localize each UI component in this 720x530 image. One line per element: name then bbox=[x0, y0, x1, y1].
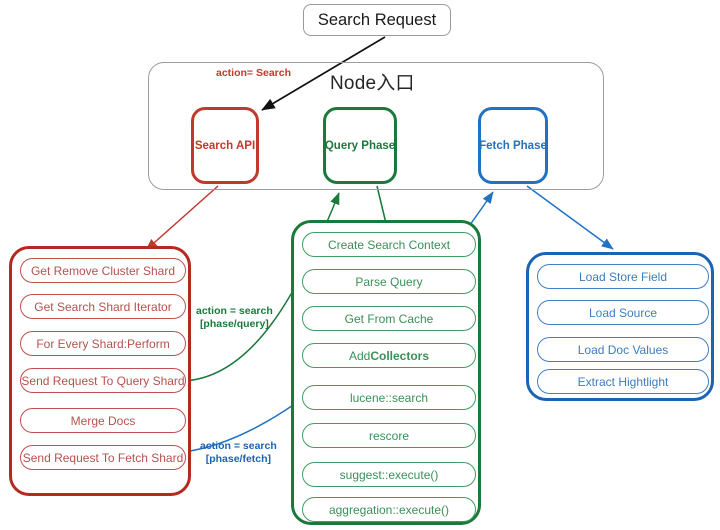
list-item[interactable]: Get Search Shard Iterator bbox=[20, 294, 186, 319]
edge-label-action-search: action= Search bbox=[216, 67, 291, 79]
list-item-add-collectors[interactable]: Add Collectors bbox=[302, 343, 476, 368]
list-item[interactable]: Merge Docs bbox=[20, 408, 186, 433]
list-item[interactable]: Load Source bbox=[537, 300, 709, 325]
list-item[interactable]: Send Request To Fetch Shard bbox=[20, 445, 186, 470]
diagram-canvas: Search Request Node入口 action= Search Sea… bbox=[0, 0, 720, 530]
list-item[interactable]: aggregation::execute() bbox=[302, 497, 476, 522]
list-item[interactable]: Parse Query bbox=[302, 269, 476, 294]
edge-label-fetch-line2: [phase/fetch] bbox=[205, 453, 272, 465]
add-collectors-bold: Collectors bbox=[370, 348, 430, 363]
edge-label-fetch-line1: action = search bbox=[200, 440, 277, 452]
phase-search-api[interactable]: Search API bbox=[191, 107, 259, 184]
edge-fetch-phase-to-blue-column bbox=[526, 185, 614, 250]
list-item[interactable]: Send Request To Query Shard bbox=[20, 368, 186, 393]
list-item[interactable]: Load Store Field bbox=[537, 264, 709, 289]
list-item[interactable]: rescore bbox=[302, 423, 476, 448]
edge-label-query-line2: [phase/query] bbox=[199, 318, 269, 330]
edge-label-query-phase: action = search [phase/query] bbox=[196, 305, 273, 331]
list-item[interactable]: Get From Cache bbox=[302, 306, 476, 331]
list-item[interactable]: For Every Shard:Perform bbox=[20, 331, 186, 356]
add-collectors-prefix: Add bbox=[348, 348, 371, 363]
phase-query-phase[interactable]: Query Phase bbox=[323, 107, 397, 184]
edge-label-query-line1: action = search bbox=[196, 305, 273, 317]
node-title: Node入口 bbox=[330, 73, 415, 94]
search-api-steps-container: Get Remove Cluster Shard Get Search Shar… bbox=[9, 246, 191, 496]
list-item[interactable]: lucene::search bbox=[302, 385, 476, 410]
search-request-node[interactable]: Search Request bbox=[303, 4, 451, 36]
edge-search-api-to-red-column bbox=[145, 185, 219, 251]
list-item[interactable]: Create Search Context bbox=[302, 232, 476, 257]
list-item[interactable]: Extract Hightlight bbox=[537, 369, 709, 394]
list-item[interactable]: Load Doc Values bbox=[537, 337, 709, 362]
phase-fetch-phase[interactable]: Fetch Phase bbox=[478, 107, 548, 184]
query-phase-steps-container: Create Search Context Parse Query Get Fr… bbox=[291, 220, 481, 525]
fetch-phase-steps-container: Load Store Field Load Source Load Doc Va… bbox=[526, 252, 714, 401]
edge-label-fetch-phase: action = search [phase/fetch] bbox=[200, 440, 277, 466]
list-item[interactable]: suggest::execute() bbox=[302, 462, 476, 487]
list-item[interactable]: Get Remove Cluster Shard bbox=[20, 258, 186, 283]
